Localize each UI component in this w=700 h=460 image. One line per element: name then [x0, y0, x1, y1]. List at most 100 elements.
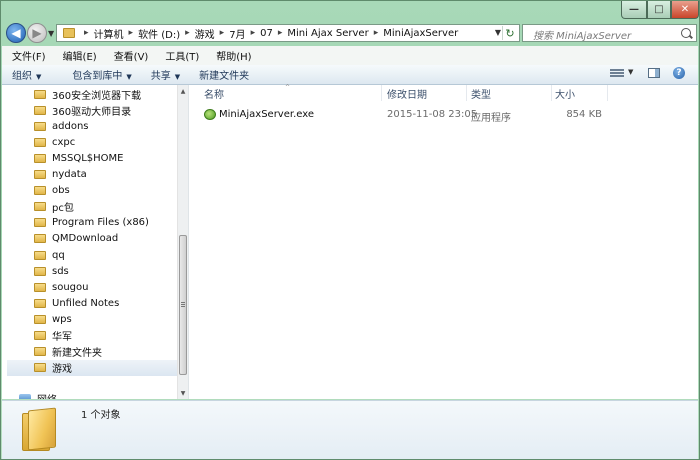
chevron-down-icon[interactable]: ▼ — [628, 68, 633, 76]
share-label: 共享 — [150, 71, 171, 82]
tree-item[interactable]: obs — [7, 183, 177, 199]
breadcrumb-games[interactable]: 游戏 — [195, 26, 215, 41]
address-bar[interactable]: ▸ 计算机 ▸ 软件 (D:) ▸ 游戏 ▸ 7月 ▸ 07 ▸ Mini Aj… — [56, 24, 520, 42]
menu-file[interactable]: 文件(F) — [2, 48, 53, 63]
tree-item[interactable]: 新建文件夹 — [7, 344, 177, 360]
command-bar: 组织 ▼ 包含到库中 ▼ 共享 ▼ 新建文件夹 ▼ ? — [2, 65, 698, 85]
tree-item[interactable]: MSSQL$HOME — [7, 150, 177, 166]
breadcrumb-separator-icon: ▸ — [84, 28, 89, 38]
sort-arrow-icon: ^ — [285, 84, 291, 91]
tree-item-label: wps — [52, 313, 72, 325]
scroll-thumb[interactable] — [179, 235, 187, 375]
breadcrumb-separator-icon: ▸ — [219, 28, 225, 38]
tree-item-label: Unfiled Notes — [52, 297, 120, 309]
close-button[interactable]: ✕ — [671, 1, 699, 19]
breadcrumb-07[interactable]: 07 — [260, 28, 273, 39]
tree-item-label: cxpc — [52, 136, 76, 148]
folder-icon — [34, 218, 46, 228]
organize-button[interactable]: 组织 ▼ — [2, 67, 50, 82]
menu-edit[interactable]: 编辑(E) — [53, 48, 104, 63]
history-dropdown-icon[interactable]: ▼ — [48, 29, 54, 38]
folder-icon — [34, 282, 46, 292]
preview-pane-icon[interactable] — [648, 68, 660, 78]
refresh-icon[interactable]: ↻ — [502, 26, 517, 40]
tree-item[interactable]: wps — [7, 311, 177, 327]
tree-item[interactable]: sougou — [7, 279, 177, 295]
tree-item[interactable]: 华军 — [7, 328, 177, 344]
tree-item[interactable]: QMDownload — [7, 231, 177, 247]
tree-item[interactable]: Unfiled Notes — [7, 295, 177, 311]
tree-item-label: pc包 — [52, 203, 74, 215]
folder-icon — [34, 202, 46, 212]
navigation-scrollbar[interactable]: ▲ ▼ — [177, 85, 188, 399]
tree-item[interactable]: 360安全浏览器下载 — [7, 86, 177, 102]
include-in-library-label: 包含到库中 — [72, 71, 123, 82]
item-count: 1 个对象 — [81, 410, 121, 421]
search-input[interactable]: 搜索 MiniAjaxServer — [522, 24, 697, 42]
navigation-pane[interactable]: 360安全浏览器下载 360驱动大师目录 addons cxpc MSSQL$HOME n… — [2, 85, 189, 399]
organize-label: 组织 — [12, 71, 32, 82]
tree-item-label: 华军 — [52, 332, 72, 343]
menu-help[interactable]: 帮助(H) — [206, 48, 258, 63]
column-name[interactable]: ^ 名称 — [189, 84, 382, 101]
breadcrumb-computer[interactable]: 计算机 — [94, 26, 124, 41]
scroll-up-icon[interactable]: ▲ — [178, 85, 188, 97]
file-row[interactable]: MiniAjaxServer.exe 2015-11-08 23:05 应用程序… — [189, 107, 698, 124]
breadcrumb-separator-icon: ▸ — [250, 28, 256, 38]
column-type-label: 类型 — [471, 89, 491, 101]
tree-item[interactable]: sds — [7, 263, 177, 279]
tree-item-network[interactable]: 网络 — [7, 391, 57, 399]
file-date: 2015-11-08 23:05 — [387, 109, 478, 120]
folder-icon — [34, 266, 46, 276]
breadcrumb-july[interactable]: 7月 — [229, 26, 245, 41]
tree-item-label: obs — [52, 185, 70, 197]
minimize-button[interactable]: — — [621, 1, 647, 19]
folder-icon — [34, 298, 46, 308]
column-size-label: 大小 — [555, 89, 575, 101]
tree-item-label: 360安全浏览器下载 — [52, 90, 142, 102]
breadcrumb-mini-ajax-server[interactable]: Mini Ajax Server — [287, 28, 368, 39]
tree-item-label: addons — [52, 120, 89, 132]
folder-icon — [34, 331, 46, 340]
breadcrumb-drive[interactable]: 软件 (D:) — [138, 26, 180, 41]
back-button[interactable]: ◀ — [6, 23, 26, 43]
breadcrumb-miniajaxserver[interactable]: MiniAjaxServer — [383, 28, 458, 39]
file-name: MiniAjaxServer.exe — [219, 109, 314, 120]
title-bar: — □ ✕ — [1, 1, 700, 23]
folder-icon — [34, 137, 46, 147]
folder-icon — [34, 250, 46, 260]
new-folder-button[interactable]: 新建文件夹 — [189, 67, 258, 82]
column-date-label: 修改日期 — [387, 89, 427, 101]
view-options-icon[interactable] — [610, 68, 624, 79]
folder-icon — [63, 28, 75, 38]
scroll-down-icon[interactable]: ▼ — [178, 387, 188, 399]
address-dropdown-icon[interactable]: ▼ — [495, 28, 501, 37]
column-size[interactable]: 大小 — [552, 85, 608, 101]
file-list[interactable]: ^ 名称 修改日期 类型 大小 MiniAjaxServer.exe 2015-… — [189, 84, 698, 399]
tree-item[interactable]: addons — [7, 118, 177, 134]
tree-item[interactable]: 360驱动大师目录 — [7, 102, 177, 118]
tree-item[interactable]: pc包 — [7, 199, 177, 215]
share-button[interactable]: 共享 ▼ — [141, 67, 189, 82]
tree-item[interactable]: cxpc — [7, 134, 177, 150]
tree-item[interactable]: nydata — [7, 167, 177, 183]
folder-icon — [34, 105, 46, 115]
column-type[interactable]: 类型 — [467, 85, 552, 101]
tree-item-label: 网络 — [37, 391, 57, 400]
file-type: 应用程序 — [471, 113, 511, 124]
search-icon[interactable] — [681, 28, 691, 38]
forward-button[interactable]: ▶ — [27, 23, 47, 43]
maximize-button[interactable]: □ — [647, 1, 671, 19]
tree-item[interactable]: Program Files (x86) — [7, 215, 177, 231]
include-in-library-button[interactable]: 包含到库中 ▼ — [62, 67, 140, 82]
tree-item[interactable]: 游戏 — [7, 359, 177, 376]
tree-item-label: QMDownload — [52, 233, 119, 245]
tree-item[interactable]: qq — [7, 247, 177, 263]
menu-view[interactable]: 查看(V) — [104, 48, 156, 63]
chevron-down-icon: ▼ — [174, 73, 181, 81]
help-icon[interactable]: ? — [673, 67, 685, 79]
breadcrumb-separator-icon: ▸ — [185, 28, 190, 38]
folder-icon — [34, 314, 46, 324]
column-date[interactable]: 修改日期 — [382, 85, 467, 101]
menu-tools[interactable]: 工具(T) — [155, 48, 206, 63]
